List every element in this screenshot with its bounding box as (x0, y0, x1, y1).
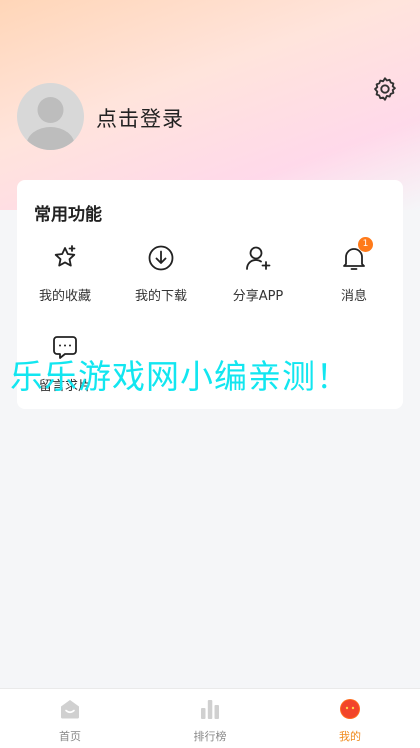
add-user-icon (246, 246, 271, 270)
tab-ranking[interactable]: 排行榜 (140, 689, 280, 748)
bottom-tab-bar: 首页 排行榜 我的 (0, 688, 420, 748)
share-app-button[interactable]: 分享APP (210, 243, 306, 313)
downloads-label: 我的下载 (134, 289, 187, 304)
home-icon (61, 700, 79, 719)
messages-button[interactable]: 1 消息 (306, 237, 402, 313)
tab-mine-label: 我的 (339, 730, 361, 743)
notification-badge: 1 (358, 237, 373, 252)
messages-label: 消息 (340, 289, 367, 304)
gear-icon (374, 77, 396, 101)
tab-home-label: 首页 (59, 730, 81, 743)
watermark-text: 乐乐游戏网小编亲测！ (10, 357, 350, 396)
avatar[interactable] (17, 83, 84, 150)
share-app-label: 分享APP (232, 289, 284, 304)
tab-ranking-label: 排行榜 (193, 730, 227, 743)
downloads-button[interactable]: 我的下载 (113, 243, 209, 313)
tab-home[interactable]: 首页 (0, 689, 140, 748)
profile-icon (340, 699, 360, 719)
login-link[interactable]: 点击登录 (96, 103, 184, 133)
card-title: 常用功能 (34, 205, 102, 225)
download-icon (148, 245, 174, 271)
ranking-icon (201, 700, 219, 719)
tab-mine[interactable]: 我的 (280, 689, 420, 748)
favorites-button[interactable]: 我的收藏 (17, 243, 113, 313)
star-icon (54, 245, 76, 267)
favorites-label: 我的收藏 (38, 289, 91, 304)
bell-icon-wrap: 1 (339, 237, 373, 273)
default-avatar-icon (26, 97, 75, 150)
settings-button[interactable] (370, 74, 400, 104)
